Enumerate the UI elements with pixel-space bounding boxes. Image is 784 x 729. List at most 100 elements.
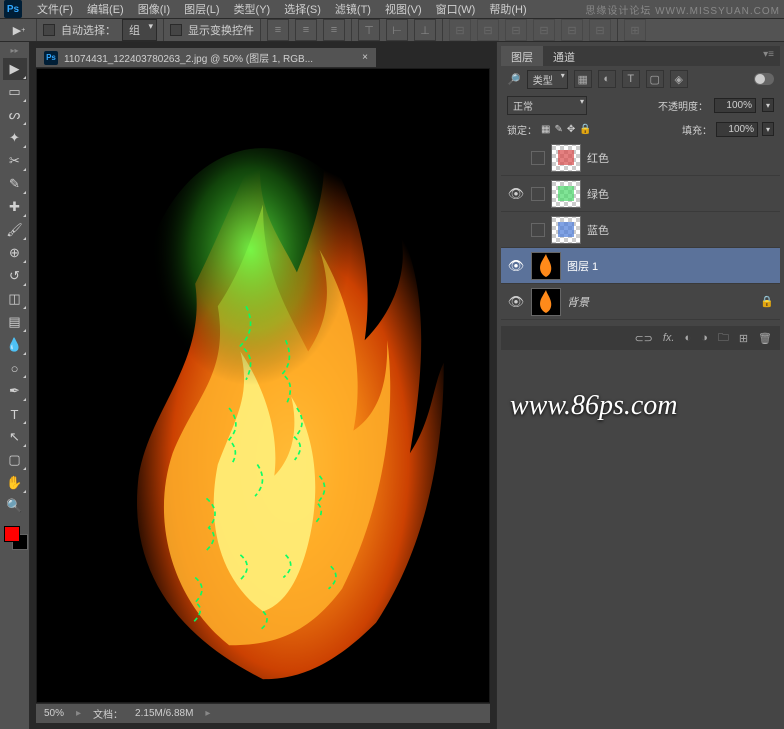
filter-type-icon[interactable]: T: [622, 70, 640, 88]
brush-tool[interactable]: 🖌: [3, 219, 27, 241]
layer-row[interactable]: 👁 图层 1: [501, 248, 780, 284]
shape-tool[interactable]: ▢: [3, 449, 27, 471]
blur-tool[interactable]: 💧: [3, 334, 27, 356]
layer-name[interactable]: 蓝色: [587, 222, 609, 238]
lock-paint-icon[interactable]: ✎: [554, 124, 562, 135]
type-tool[interactable]: T: [3, 403, 27, 425]
layer-name[interactable]: 绿色: [587, 186, 609, 202]
layer-thumbnail[interactable]: [531, 288, 561, 316]
layer-fx-icon[interactable]: fx.: [663, 332, 675, 344]
stamp-tool[interactable]: ⊕: [3, 242, 27, 264]
color-swatches[interactable]: [2, 524, 28, 550]
collapse-icon[interactable]: ▸▸: [10, 46, 18, 55]
adjustment-layer-icon[interactable]: ◑: [701, 332, 708, 344]
menu-view[interactable]: 视图(V): [378, 1, 429, 17]
visibility-toggle[interactable]: 👁: [507, 258, 525, 274]
layer-row[interactable]: 👁 绿色: [501, 176, 780, 212]
layer-row[interactable]: 蓝色: [501, 212, 780, 248]
group-icon[interactable]: 🗀: [718, 329, 729, 348]
layer-row[interactable]: 红色: [501, 140, 780, 176]
align-top-icon[interactable]: ⊤: [358, 19, 380, 41]
filter-adjust-icon[interactable]: ◐: [598, 70, 616, 88]
path-tool[interactable]: ↖: [3, 426, 27, 448]
lock-position-icon[interactable]: ✥: [567, 124, 575, 135]
menu-file[interactable]: 文件(F): [30, 1, 80, 17]
menu-edit[interactable]: 编辑(E): [80, 1, 131, 17]
document-tab[interactable]: Ps 11074431_122403780263_2.jpg @ 50% (图层…: [36, 48, 376, 68]
zoom-tool[interactable]: 🔍: [3, 495, 27, 517]
auto-select-checkbox[interactable]: [43, 24, 55, 36]
tab-channels[interactable]: 通道: [543, 46, 585, 66]
hand-tool[interactable]: ✋: [3, 472, 27, 494]
wand-tool[interactable]: ✦: [3, 127, 27, 149]
pen-tool[interactable]: ✒: [3, 380, 27, 402]
menu-window[interactable]: 窗口(W): [429, 1, 483, 17]
tab-layers[interactable]: 图层: [501, 46, 543, 66]
auto-select-dropdown[interactable]: 组: [122, 19, 157, 41]
lock-transparent-icon[interactable]: ▦: [541, 124, 550, 135]
distribute-icon[interactable]: ⊟: [505, 19, 527, 41]
opacity-arrow[interactable]: ▾: [762, 98, 774, 112]
zoom-level[interactable]: 50%: [44, 708, 64, 719]
filter-pixel-icon[interactable]: ▦: [574, 70, 592, 88]
visibility-toggle[interactable]: 👁: [507, 186, 525, 202]
align-icon[interactable]: ≡: [267, 19, 289, 41]
new-layer-icon[interactable]: ⊞: [739, 332, 748, 345]
eyedropper-tool[interactable]: ✎: [3, 173, 27, 195]
filter-shape-icon[interactable]: ▢: [646, 70, 664, 88]
show-transform-checkbox[interactable]: [170, 24, 182, 36]
align-middle-icon[interactable]: ⊢: [386, 19, 408, 41]
distribute-icon[interactable]: ⊟: [561, 19, 583, 41]
distribute-icon[interactable]: ⊟: [589, 19, 611, 41]
layer-thumbnail[interactable]: [551, 180, 581, 208]
move-tool[interactable]: ▶: [3, 58, 27, 80]
filter-kind-dropdown[interactable]: 类型: [527, 70, 568, 89]
canvas[interactable]: [36, 68, 490, 703]
menu-help[interactable]: 帮助(H): [482, 1, 533, 17]
layer-name[interactable]: 背景: [567, 294, 589, 310]
align-bottom-icon[interactable]: ⊥: [414, 19, 436, 41]
panel-menu-icon[interactable]: ▾≡: [757, 46, 780, 66]
lock-all-icon[interactable]: 🔒: [579, 124, 591, 135]
fill-arrow[interactable]: ▾: [762, 122, 774, 136]
layer-thumbnail[interactable]: [551, 144, 581, 172]
blend-mode-dropdown[interactable]: 正常: [507, 96, 587, 115]
history-brush-tool[interactable]: ↺: [3, 265, 27, 287]
filter-smart-icon[interactable]: ◈: [670, 70, 688, 88]
distribute-icon[interactable]: ⊟: [533, 19, 555, 41]
filter-toggle[interactable]: [754, 73, 774, 85]
distribute-icon[interactable]: ⊟: [449, 19, 471, 41]
layer-thumbnail[interactable]: [551, 216, 581, 244]
gradient-tool[interactable]: ▤: [3, 311, 27, 333]
heal-tool[interactable]: ✚: [3, 196, 27, 218]
visibility-toggle[interactable]: 👁: [507, 294, 525, 310]
menu-type[interactable]: 类型(Y): [227, 1, 278, 17]
align-icon[interactable]: ≡: [323, 19, 345, 41]
layer-name[interactable]: 图层 1: [567, 258, 598, 274]
fill-value[interactable]: 100%: [716, 122, 758, 137]
layer-checkbox[interactable]: [531, 151, 545, 165]
menu-filter[interactable]: 滤镜(T): [328, 1, 378, 17]
menu-image[interactable]: 图像(I): [131, 1, 177, 17]
lasso-tool[interactable]: ᔕ: [3, 104, 27, 126]
dodge-tool[interactable]: ○: [3, 357, 27, 379]
crop-tool[interactable]: ✂: [3, 150, 27, 172]
foreground-swatch[interactable]: [4, 526, 20, 542]
layer-checkbox[interactable]: [531, 187, 545, 201]
close-tab-button[interactable]: ×: [362, 52, 368, 63]
marquee-tool[interactable]: ▭: [3, 81, 27, 103]
3d-icon[interactable]: ⊞: [624, 19, 646, 41]
layer-checkbox[interactable]: [531, 223, 545, 237]
eraser-tool[interactable]: ◫: [3, 288, 27, 310]
link-layers-icon[interactable]: ⊂⊃: [634, 332, 652, 345]
menu-layer[interactable]: 图层(L): [177, 1, 226, 17]
delete-layer-icon[interactable]: 🗑: [758, 332, 772, 345]
layer-mask-icon[interactable]: ◐: [685, 332, 692, 344]
menu-select[interactable]: 选择(S): [277, 1, 328, 17]
opacity-value[interactable]: 100%: [714, 98, 756, 113]
distribute-icon[interactable]: ⊟: [477, 19, 499, 41]
layer-row[interactable]: 👁 背景 🔒: [501, 284, 780, 320]
layer-thumbnail[interactable]: [531, 252, 561, 280]
align-icon[interactable]: ≡: [295, 19, 317, 41]
layer-name[interactable]: 红色: [587, 150, 609, 166]
